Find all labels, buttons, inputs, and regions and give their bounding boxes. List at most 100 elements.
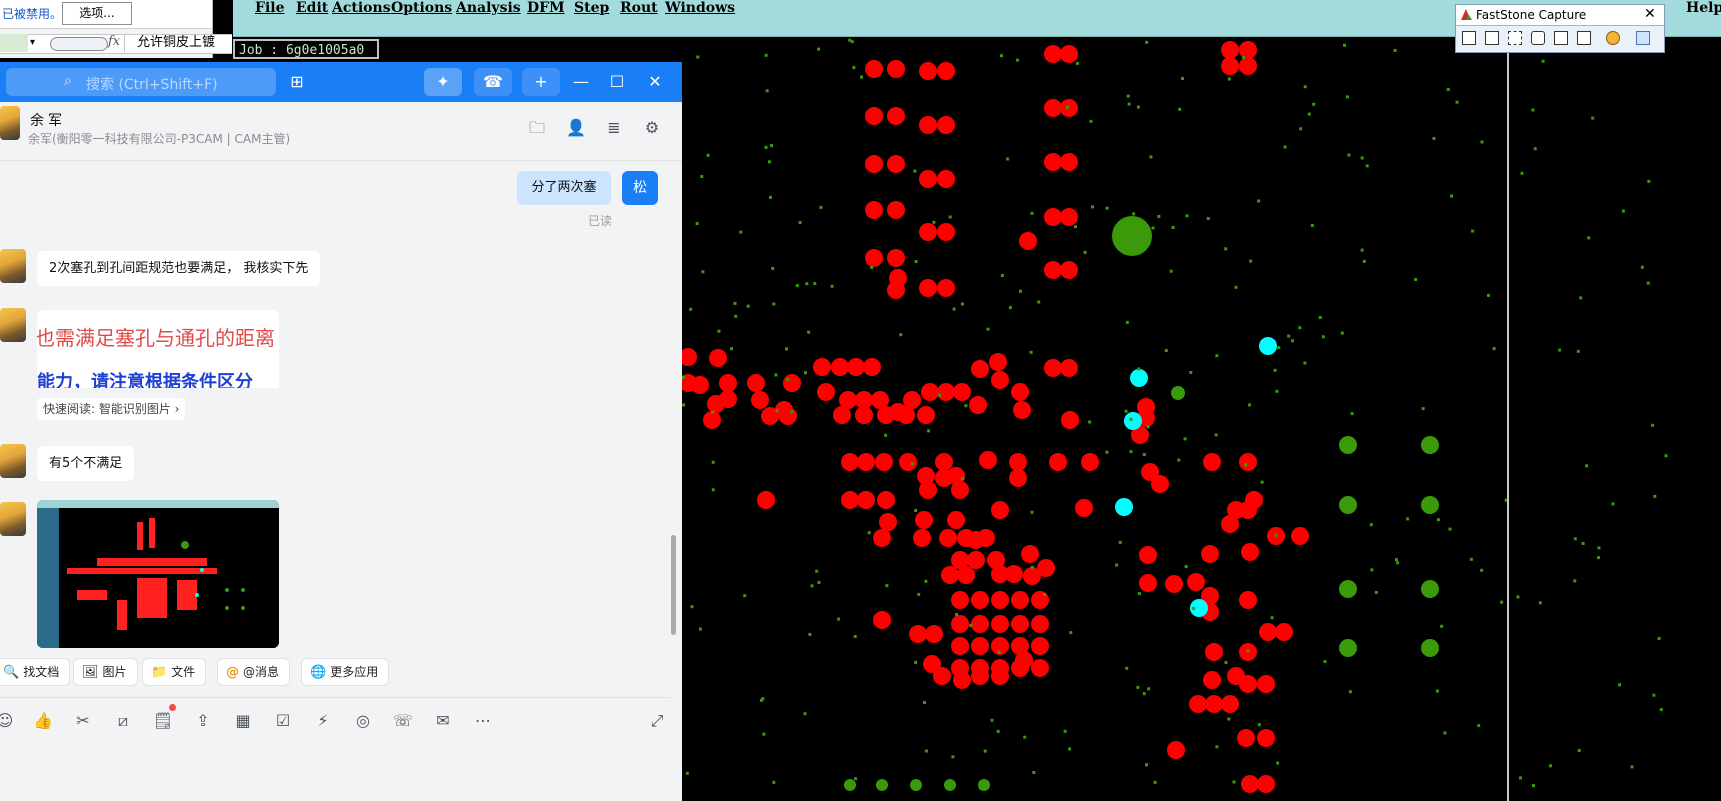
pad[interactable] xyxy=(1139,546,1157,564)
pad[interactable] xyxy=(1037,559,1055,577)
pad[interactable] xyxy=(817,383,835,401)
pad[interactable] xyxy=(925,625,943,643)
highlight-pad[interactable] xyxy=(1124,412,1142,430)
expand-icon[interactable]: ⤢ xyxy=(646,710,668,732)
pad[interactable] xyxy=(919,279,937,297)
pad[interactable] xyxy=(709,349,727,367)
pad[interactable] xyxy=(1257,775,1275,793)
menu-options[interactable]: Options xyxy=(391,0,452,16)
pad[interactable] xyxy=(841,453,859,471)
close-icon[interactable]: ✕ xyxy=(1644,6,1656,22)
pad[interactable] xyxy=(971,667,989,685)
pad[interactable] xyxy=(1259,623,1277,641)
pad[interactable] xyxy=(971,360,989,378)
minimize-icon[interactable]: — xyxy=(568,68,594,96)
capture-window-icon[interactable] xyxy=(1462,31,1476,45)
pad[interactable] xyxy=(1221,695,1239,713)
via[interactable] xyxy=(1112,216,1152,256)
pad[interactable] xyxy=(1205,695,1223,713)
pad[interactable] xyxy=(1257,729,1275,747)
pad[interactable] xyxy=(1060,261,1078,279)
lightning-icon[interactable]: ⚡ xyxy=(312,710,334,732)
pad[interactable] xyxy=(921,383,939,401)
pad[interactable] xyxy=(1011,615,1029,633)
close-icon[interactable]: ✕ xyxy=(642,68,668,96)
pad[interactable] xyxy=(833,406,851,424)
pad[interactable] xyxy=(1044,359,1062,377)
pad[interactable] xyxy=(1189,695,1207,713)
call-button[interactable]: ☎ xyxy=(474,68,512,96)
pad[interactable] xyxy=(1205,643,1223,661)
pad[interactable] xyxy=(873,611,891,629)
pad[interactable] xyxy=(719,390,737,408)
more-apps-button[interactable]: 🌐 更多应用 xyxy=(301,658,390,686)
pad[interactable] xyxy=(937,62,955,80)
file-button[interactable]: 📁 文件 xyxy=(142,658,207,686)
pad[interactable] xyxy=(855,406,873,424)
outgoing-message[interactable]: 分了两次塞 xyxy=(517,171,611,205)
pad[interactable] xyxy=(1009,469,1027,487)
via[interactable] xyxy=(1421,639,1439,657)
pad[interactable] xyxy=(1241,775,1259,793)
pad[interactable] xyxy=(1021,545,1039,563)
via[interactable] xyxy=(910,779,922,791)
pad[interactable] xyxy=(1044,99,1062,117)
pad[interactable] xyxy=(682,348,697,366)
pad[interactable] xyxy=(991,371,1009,389)
pad[interactable] xyxy=(951,481,969,499)
pad[interactable] xyxy=(1019,232,1037,250)
pad[interactable] xyxy=(1060,153,1078,171)
quick-read-chip[interactable]: 快速阅读: 智能识别图片 › xyxy=(37,398,186,420)
pad[interactable] xyxy=(813,358,831,376)
contact-avatar[interactable] xyxy=(0,249,26,283)
via[interactable] xyxy=(876,779,888,791)
excel-name-box[interactable] xyxy=(0,34,28,52)
contact-avatar[interactable] xyxy=(0,106,20,140)
pad[interactable] xyxy=(757,491,775,509)
pad[interactable] xyxy=(877,406,895,424)
pad[interactable] xyxy=(865,155,883,173)
pad[interactable] xyxy=(865,249,883,267)
pad[interactable] xyxy=(1031,591,1049,609)
contact-avatar[interactable] xyxy=(0,502,26,536)
via[interactable] xyxy=(1421,496,1439,514)
pad[interactable] xyxy=(865,201,883,219)
upload-icon[interactable]: ⇪ xyxy=(192,710,214,732)
pad[interactable] xyxy=(747,374,765,392)
pad[interactable] xyxy=(1221,57,1239,75)
pad[interactable] xyxy=(953,671,971,689)
pad[interactable] xyxy=(1227,667,1245,685)
chevron-down-icon[interactable]: ▾ xyxy=(30,37,35,48)
pad[interactable] xyxy=(1013,401,1031,419)
image-message[interactable]: 也需满足塞孔与通孔的距离 能力，请注意根据条件区分 xyxy=(37,310,279,388)
pad[interactable] xyxy=(1221,41,1239,59)
via[interactable] xyxy=(1171,386,1185,400)
task-icon[interactable]: ☑ xyxy=(272,710,294,732)
pad[interactable] xyxy=(1015,651,1033,669)
contact-avatar[interactable] xyxy=(0,308,26,342)
maximize-icon[interactable]: ☐ xyxy=(604,68,630,96)
pad[interactable] xyxy=(857,491,875,509)
pad[interactable] xyxy=(991,501,1009,519)
pad[interactable] xyxy=(897,406,915,424)
pad[interactable] xyxy=(971,637,989,655)
add-button[interactable]: + xyxy=(522,68,560,96)
pad[interactable] xyxy=(1031,615,1049,633)
pad[interactable] xyxy=(991,667,1009,685)
menu-windows[interactable]: Windows xyxy=(665,0,735,16)
pad[interactable] xyxy=(989,353,1007,371)
pad[interactable] xyxy=(751,391,769,409)
emoji-icon[interactable]: ☺ xyxy=(0,710,16,732)
pad[interactable] xyxy=(919,116,937,134)
note-icon[interactable]: 🗒 xyxy=(152,710,174,732)
fx-icon[interactable]: fx xyxy=(108,34,120,49)
search-input[interactable]: ⌕ 搜索 (Ctrl+Shift+F) xyxy=(6,68,276,96)
incoming-message[interactable]: 有5个不满足 xyxy=(37,446,135,481)
pad[interactable] xyxy=(1011,383,1029,401)
pad[interactable] xyxy=(1060,208,1078,226)
pad[interactable] xyxy=(953,383,971,401)
pad[interactable] xyxy=(841,491,859,509)
pad[interactable] xyxy=(991,591,1009,609)
folder-icon[interactable]: 🗀 xyxy=(527,118,547,138)
via[interactable] xyxy=(1339,436,1357,454)
